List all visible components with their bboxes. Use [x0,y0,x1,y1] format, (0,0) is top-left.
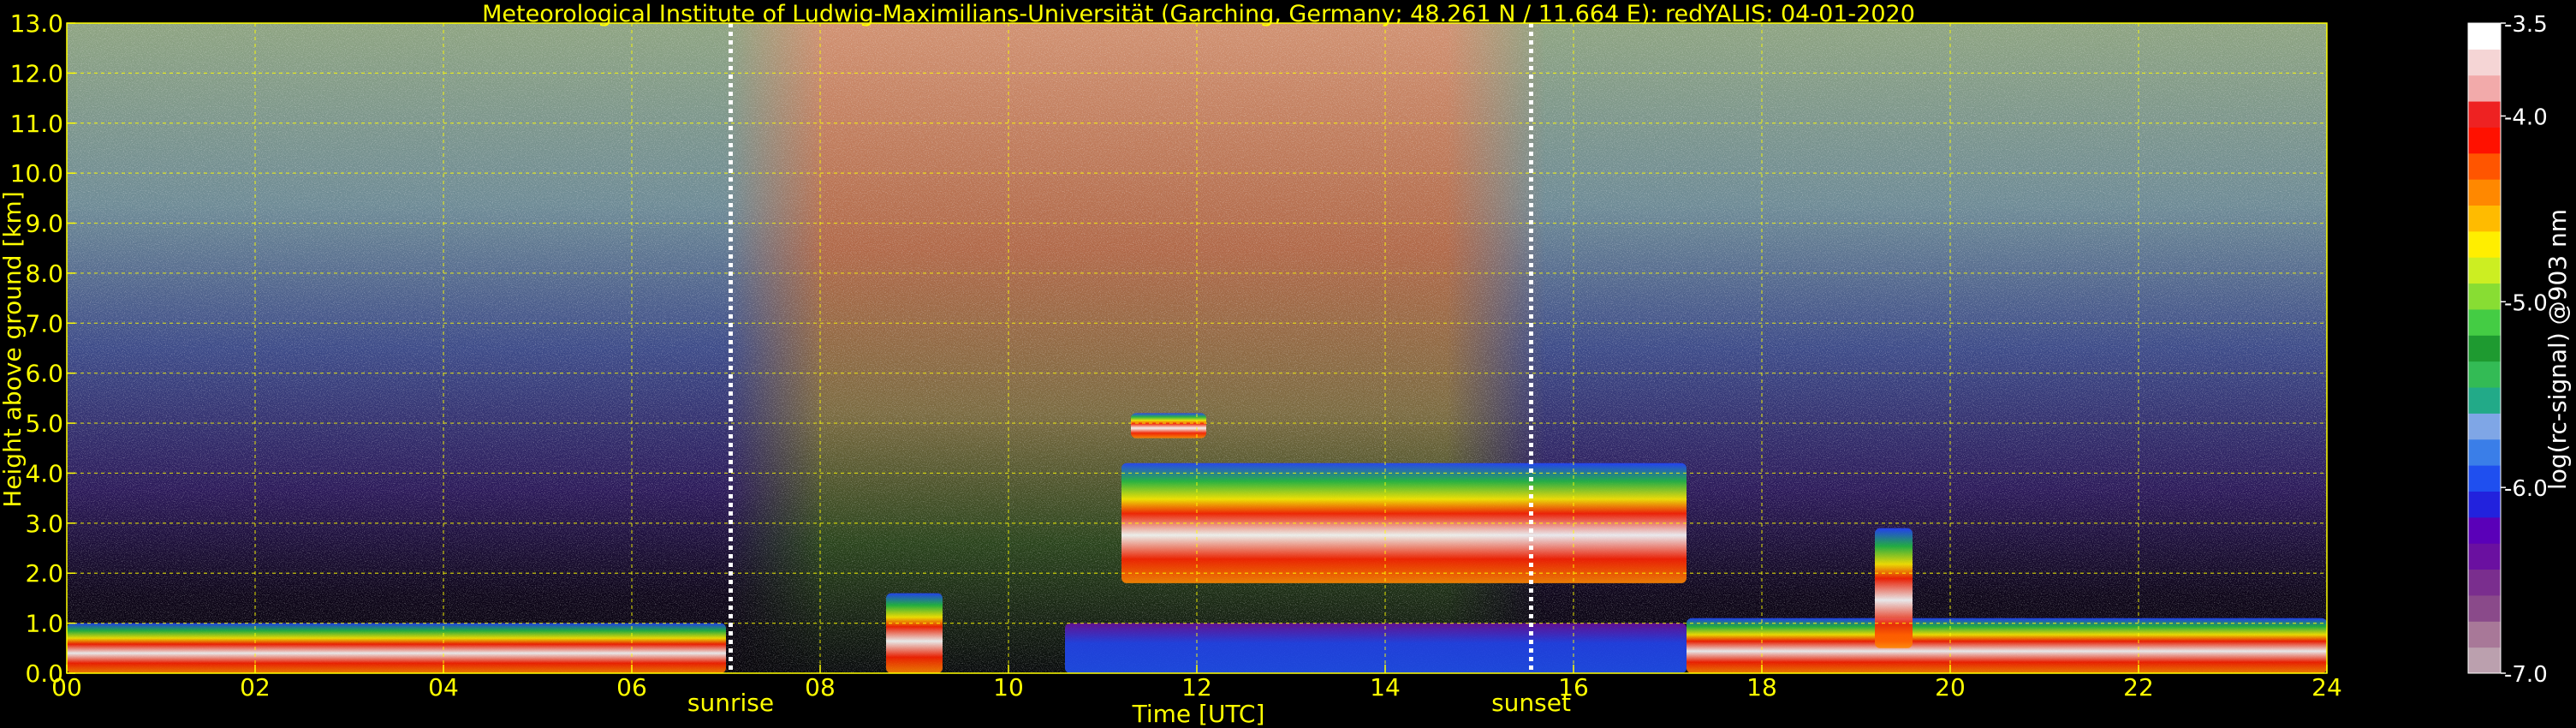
x-tick-label: 18 [1746,673,1777,701]
layer-boundary-layer-night- [67,623,726,673]
y-axis-label: Height above ground [km] [0,191,27,508]
colorbar-segment [2468,127,2501,154]
x-tick-label: 24 [2311,673,2342,701]
colorbar-segment [2468,308,2501,336]
y-tick-label: 6.0 [25,360,63,388]
colorbar-tick-label: -7.0 [2504,662,2548,688]
colorbar-segment [2468,439,2501,466]
x-tick-label: 20 [1935,673,1966,701]
y-tick-label: 8.0 [25,260,63,288]
y-tick-label: 0.0 [25,659,63,688]
x-tick-label: 08 [805,673,836,701]
y-tick-label: 10.0 [10,159,63,188]
layer-boundary-layer-evening- [1687,618,2327,673]
colorbar-tick-label: -3.5 [2504,12,2548,38]
colorbar-segment [2468,516,2501,544]
x-tick-label: 06 [616,673,647,701]
plot-area: sunrise sunset [66,22,2328,717]
colorbar-segment [2468,594,2501,622]
colorbar-segment [2468,647,2501,674]
colorbar-tick-label: -6.0 [2504,476,2548,502]
y-tick-label: 4.0 [25,459,63,487]
y-tick-label: 2.0 [25,559,63,588]
colorbar-segment [2468,361,2501,388]
x-tick-label: 04 [428,673,459,701]
y-tick-label: 7.0 [25,309,63,337]
colorbar-segment [2468,23,2501,50]
x-axis-label: Time [UTC] [1132,700,1265,728]
colorbar-segment [2468,283,2501,310]
colorbar-segment [2468,491,2501,518]
colorbar-segment [2468,621,2501,648]
colorbar: -3.5 -4.0 -5.0 -6.0 -7.0 [2467,12,2548,688]
colorbar-segment [2468,465,2501,492]
y-tick-label: 1.0 [25,610,63,638]
chart-title: Meteorological Institute of Ludwig-Maxim… [482,1,1915,27]
colorbar-segment [2468,230,2501,258]
marker-sunrise-label: sunrise [687,689,774,717]
colorbar-segment [2468,335,2501,362]
colorbar-tick-label: -5.0 [2504,290,2548,316]
x-tick-label: 02 [240,673,271,701]
colorbar-segment [2468,179,2501,206]
colorbar-segment [2468,543,2501,570]
y-tick-label: 11.0 [10,110,63,138]
x-tick-label: 14 [1370,673,1401,701]
colorbar-label: log(rc-signal) @903 nm [2543,209,2572,490]
layer-blue-fog-haze-layer [1065,623,1687,673]
y-tick-label: 13.0 [10,9,63,38]
layer-aerosol-plume [886,593,943,673]
x-tick-label: 12 [1181,673,1212,701]
y-tick-label: 5.0 [25,409,63,438]
layer-cloud-fragment [1131,413,1206,439]
x-tick-label: 22 [2123,673,2154,701]
x-tick-label: 10 [993,673,1024,701]
colorbar-segment [2468,387,2501,414]
colorbar-segment [2468,569,2501,596]
y-tick-label: 3.0 [25,510,63,538]
colorbar-segment [2468,152,2501,180]
colorbar-segment [2468,75,2501,102]
colorbar-segment [2468,101,2501,128]
lidar-chart: sunrise sunset 00 02 04 06 08 10 12 14 16 18 20 22 24… [0,1,2572,728]
y-tick-label: 9.0 [25,210,63,238]
colorbar-segment [2468,257,2501,284]
x-tick-label: 16 [1558,673,1589,701]
colorbar-tick-label: -4.0 [2504,104,2548,130]
colorbar-segment [2468,49,2501,76]
y-tick-label: 12.0 [10,59,63,87]
colorbar-segment [2468,205,2501,232]
colorbar-segment [2468,413,2501,440]
layer-convective-plume [1875,528,1913,648]
